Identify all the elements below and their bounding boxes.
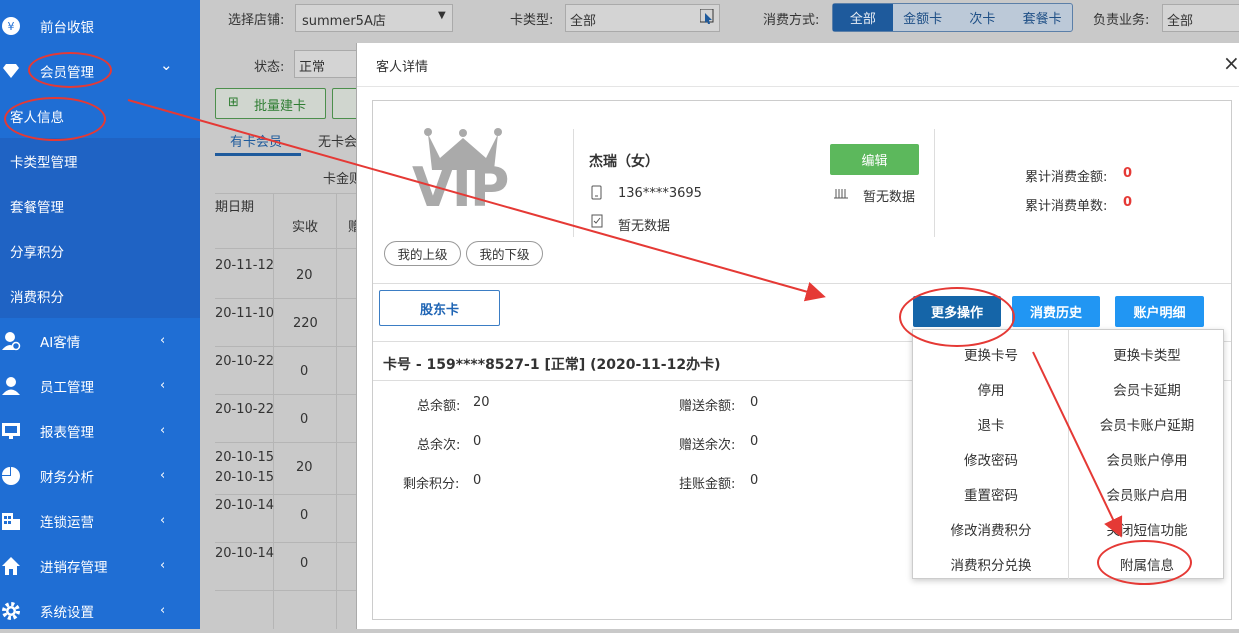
annotation-arrows: [127, 99, 1123, 538]
arrow-line: [1032, 351, 1123, 538]
arrow-line: [127, 99, 826, 302]
